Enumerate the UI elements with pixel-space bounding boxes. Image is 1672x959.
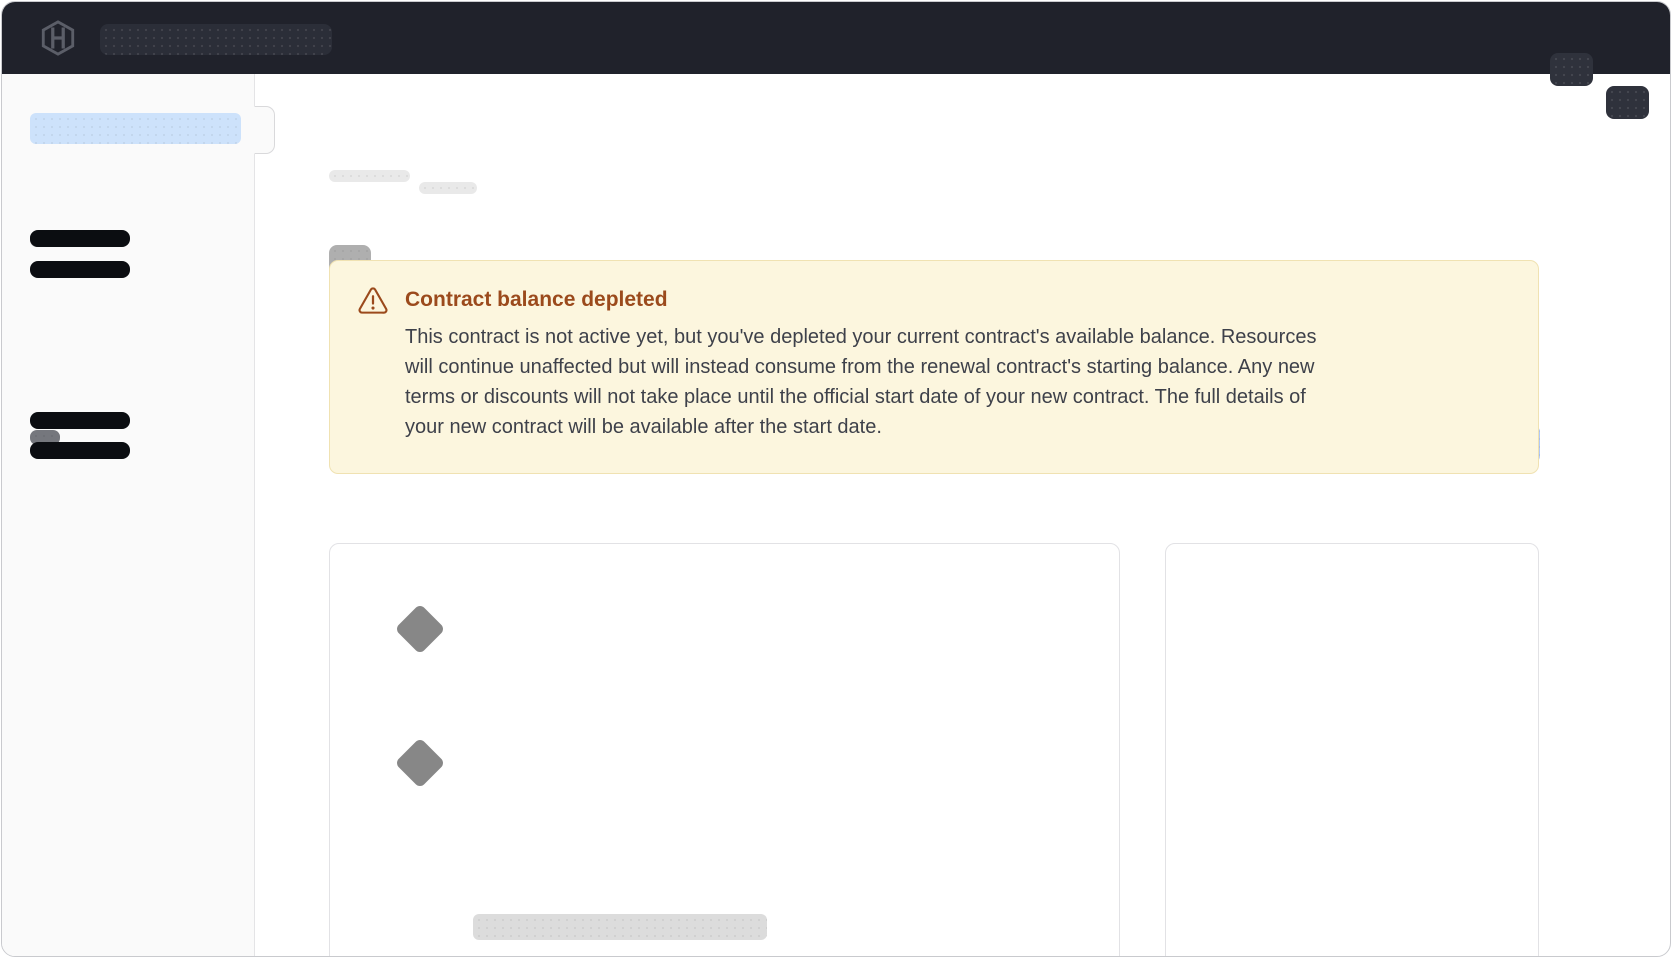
app-window: Contract balance depleted This contract … bbox=[1, 1, 1671, 957]
navbar-action-skeleton-2[interactable] bbox=[1606, 86, 1649, 119]
alert-title: Contract balance depleted bbox=[405, 288, 668, 312]
list-card bbox=[329, 543, 1120, 957]
breadcrumb-item-skeleton[interactable] bbox=[419, 182, 477, 194]
navbar-action-skeleton-1[interactable] bbox=[1550, 53, 1593, 86]
sidebar-active-item-skeleton[interactable] bbox=[30, 113, 241, 144]
sidebar-item-skeleton[interactable] bbox=[30, 412, 130, 429]
warning-alert: Contract balance depleted This contract … bbox=[329, 260, 1539, 474]
top-navbar bbox=[2, 2, 1671, 74]
sidebar-item-skeleton[interactable] bbox=[30, 230, 130, 247]
sidebar bbox=[2, 74, 255, 957]
summary-card bbox=[1165, 543, 1539, 957]
warning-triangle-icon bbox=[358, 287, 388, 315]
sidebar-item-skeleton[interactable] bbox=[30, 442, 130, 459]
sidebar-item-skeleton[interactable] bbox=[30, 261, 130, 278]
alert-body: This contract is not active yet, but you… bbox=[405, 322, 1505, 442]
row-title-skeleton bbox=[473, 914, 767, 940]
sidebar-collapse-toggle[interactable] bbox=[254, 106, 275, 154]
breadcrumb-item-skeleton[interactable] bbox=[329, 170, 410, 182]
search-input-skeleton[interactable] bbox=[100, 24, 332, 55]
hashicorp-logo-icon bbox=[39, 19, 77, 57]
